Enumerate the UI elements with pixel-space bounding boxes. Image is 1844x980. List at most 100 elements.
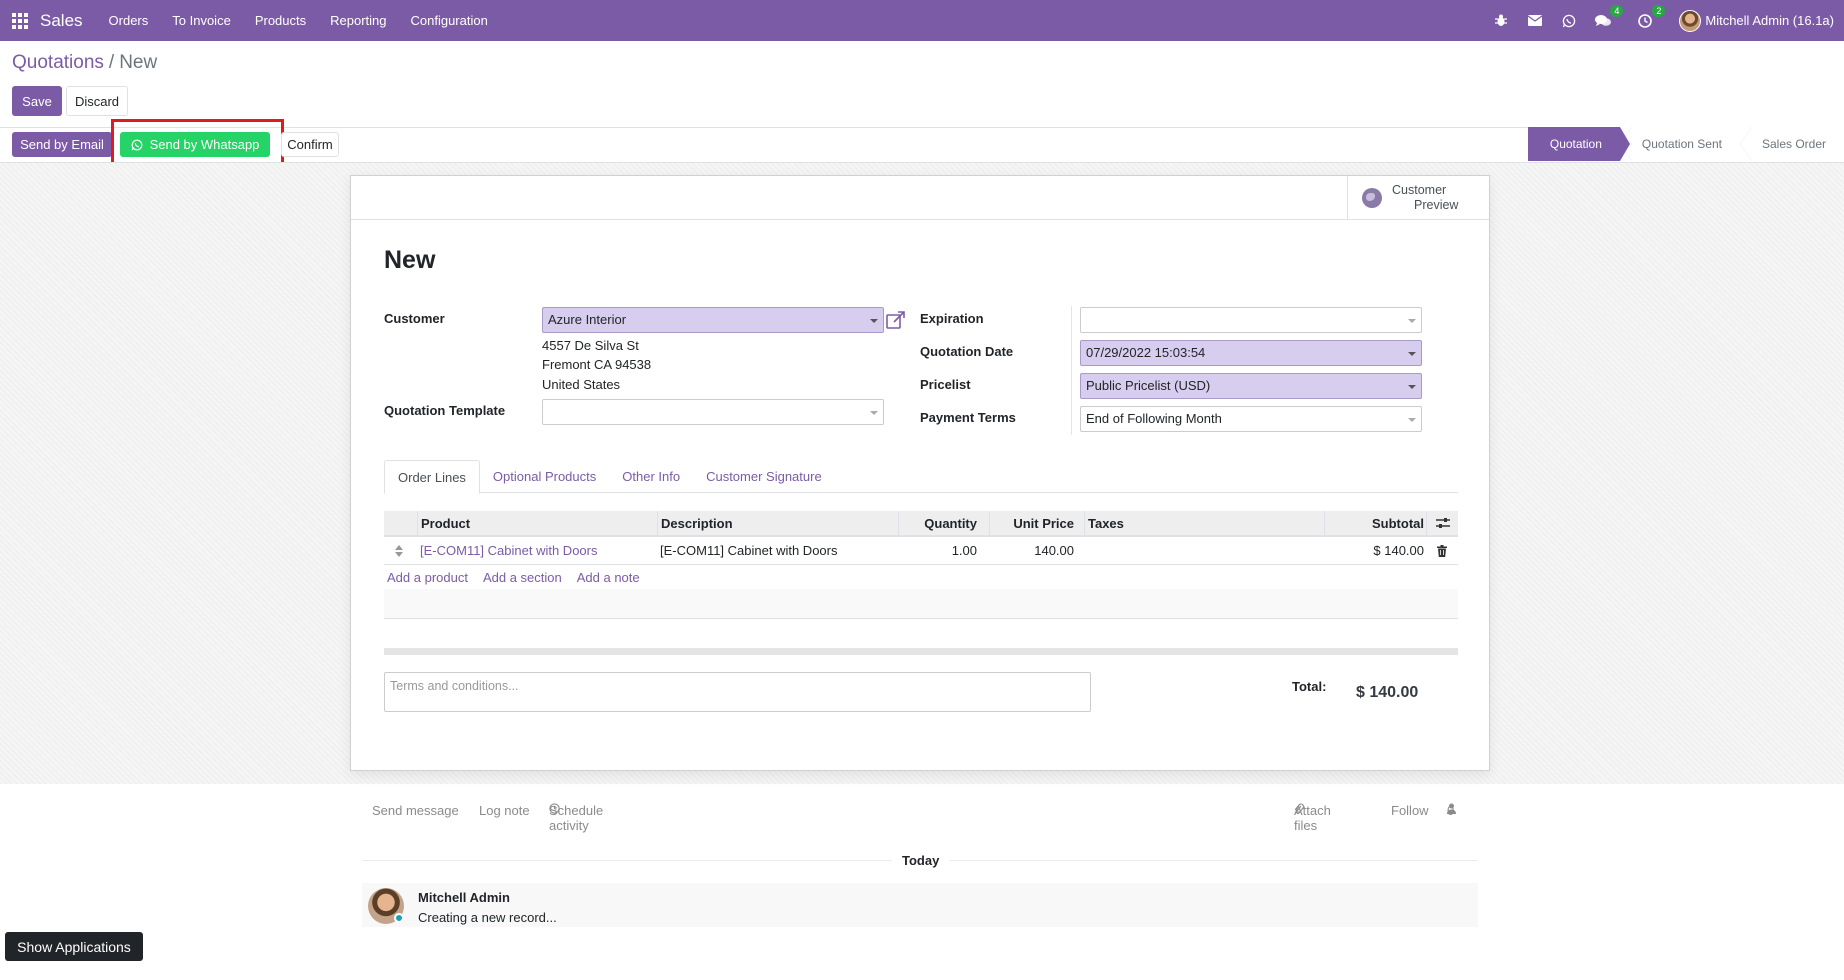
payment-terms-field[interactable]: End of Following Month <box>1080 406 1422 432</box>
show-applications-tooltip: Show Applications <box>5 932 143 961</box>
attach-files-button[interactable]: Attach files <box>1294 803 1331 833</box>
group-divider <box>1071 306 1072 435</box>
save-button[interactable]: Save <box>12 86 62 116</box>
activity-clock-icon[interactable]: 2 <box>1637 4 1666 29</box>
row-subtotal: $ 140.00 <box>1373 543 1424 558</box>
chevron-down-icon <box>1408 418 1416 422</box>
whatsapp-icon[interactable] <box>1561 13 1577 29</box>
col-taxes[interactable]: Taxes <box>1084 511 1316 535</box>
pricelist-value: Public Pricelist (USD) <box>1086 378 1211 393</box>
chevron-down-icon <box>1408 352 1416 356</box>
bug-icon[interactable] <box>1493 13 1509 29</box>
quotation-date-field[interactable]: 07/29/2022 15:03:54 <box>1080 340 1422 366</box>
pricelist-label: Pricelist <box>920 377 971 392</box>
form-sheet: Customer Preview New Customer Azure Inte… <box>350 175 1490 771</box>
menu-configuration[interactable]: Configuration <box>411 13 488 28</box>
chevron-down-icon <box>1408 319 1416 323</box>
message-body: Creating a new record... <box>418 910 557 925</box>
external-link-icon[interactable] <box>886 311 906 329</box>
breadcrumb-quotations[interactable]: Quotations <box>12 52 104 73</box>
breadcrumb-current: New <box>119 52 158 73</box>
menu-reporting[interactable]: Reporting <box>330 13 386 28</box>
send-by-email-button[interactable]: Send by Email <box>12 132 112 157</box>
col-description[interactable]: Description <box>657 511 889 535</box>
log-note-button[interactable]: Log note <box>479 803 530 818</box>
today-separator: Today <box>902 853 940 868</box>
col-subtotal[interactable]: Subtotal <box>1324 511 1427 535</box>
tab-customer-signature[interactable]: Customer Signature <box>693 460 835 493</box>
address-line-3: United States <box>542 377 621 392</box>
followers-button[interactable]: 0 <box>1447 803 1456 818</box>
tab-other-info[interactable]: Other Info <box>609 460 693 493</box>
row-taxes[interactable] <box>1084 537 1316 564</box>
expiration-label: Expiration <box>920 311 984 326</box>
drag-handle-icon[interactable] <box>392 537 406 564</box>
chevron-down-icon <box>870 319 878 323</box>
messages-badge: 4 <box>1610 4 1624 17</box>
total-value: $ 140.00 <box>1356 684 1419 701</box>
col-product[interactable]: Product <box>417 511 649 535</box>
add-note-link[interactable]: Add a note <box>577 570 640 585</box>
followers-count: 0 <box>1447 803 1455 818</box>
row-quantity[interactable]: 1.00 <box>898 537 980 564</box>
user-name: Mitchell Admin (16.1a) <box>1705 13 1834 28</box>
address-line-2: Fremont CA 94538 <box>542 357 652 372</box>
trash-icon[interactable] <box>1426 537 1458 564</box>
menu-products[interactable]: Products <box>255 13 306 28</box>
row-unit-price[interactable]: 140.00 <box>989 537 1077 564</box>
discard-button[interactable]: Discard <box>66 86 128 116</box>
add-line-links: Add a product Add a section Add a note <box>387 565 640 589</box>
terms-and-conditions-field[interactable]: Terms and conditions... <box>384 672 1091 712</box>
breadcrumb-separator: / <box>108 52 115 73</box>
tab-optional-products[interactable]: Optional Products <box>480 460 609 493</box>
menu-to-invoice[interactable]: To Invoice <box>172 13 231 28</box>
status-sales-order[interactable]: Sales Order <box>1739 127 1844 161</box>
breadcrumb: Quotations / New <box>12 52 157 74</box>
quotation-template-field[interactable] <box>542 399 884 425</box>
customer-preview-label-1: Customer <box>1392 183 1447 197</box>
message-author[interactable]: Mitchell Admin <box>418 890 510 905</box>
status-quotation-sent[interactable]: Quotation Sent <box>1619 127 1740 161</box>
mail-icon[interactable] <box>1527 13 1543 29</box>
row-product[interactable]: [E-COM11] Cabinet with Doors <box>417 537 649 564</box>
optional-columns-toggle[interactable] <box>1426 511 1458 535</box>
col-quantity[interactable]: Quantity <box>898 511 980 535</box>
user-avatar <box>1679 9 1702 32</box>
tab-order-lines[interactable]: Order Lines <box>384 460 480 494</box>
total-label: Total: <box>1292 679 1327 694</box>
attach-files-label: Attach files <box>1294 803 1331 833</box>
chatter-message: Mitchell Admin Creating a new record... <box>362 883 1478 927</box>
top-navbar: Sales Orders To Invoice Products Reporti… <box>0 0 1844 41</box>
send-message-button[interactable]: Send message <box>372 803 459 818</box>
add-product-link[interactable]: Add a product <box>387 570 468 585</box>
record-title: New <box>384 246 436 274</box>
button-box: Customer Preview <box>351 176 1489 220</box>
expiration-field[interactable] <box>1080 307 1422 333</box>
confirm-button[interactable]: Confirm <box>281 132 339 157</box>
customer-field[interactable]: Azure Interior <box>542 307 884 333</box>
chatter-topbar: Send message Log note Schedule activity … <box>372 803 1472 833</box>
messaging-icon[interactable]: 4 <box>1595 4 1624 29</box>
col-unit-price[interactable]: Unit Price <box>989 511 1077 535</box>
pricelist-field[interactable]: Public Pricelist (USD) <box>1080 373 1422 399</box>
order-lines-header: Product Description Quantity Unit Price … <box>384 511 1458 537</box>
status-quotation[interactable]: Quotation <box>1527 127 1630 161</box>
customer-field-value: Azure Interior <box>548 312 627 327</box>
table-row[interactable]: [E-COM11] Cabinet with Doors [E-COM11] C… <box>384 537 1458 565</box>
payment-terms-value: End of Following Month <box>1086 411 1222 426</box>
customer-preview-button[interactable]: Customer Preview <box>1347 176 1489 220</box>
app-brand[interactable]: Sales <box>40 11 83 31</box>
schedule-activity-button[interactable]: Schedule activity <box>549 803 603 833</box>
follow-button[interactable]: Follow <box>1391 803 1429 818</box>
globe-icon <box>1362 188 1382 208</box>
user-menu[interactable]: Mitchell Admin (16.1a) <box>1679 9 1834 32</box>
notebook-tabs: Order Lines Optional Products Other Info… <box>384 460 1458 494</box>
apps-menu-icon[interactable] <box>0 0 40 41</box>
schedule-activity-label: Schedule activity <box>549 803 604 833</box>
menu-orders[interactable]: Orders <box>109 13 149 28</box>
row-description[interactable]: [E-COM11] Cabinet with Doors <box>657 537 889 564</box>
online-status-icon <box>394 913 404 923</box>
sliders-icon <box>1435 518 1450 528</box>
add-section-link[interactable]: Add a section <box>483 570 562 585</box>
table-footer <box>384 648 1458 655</box>
